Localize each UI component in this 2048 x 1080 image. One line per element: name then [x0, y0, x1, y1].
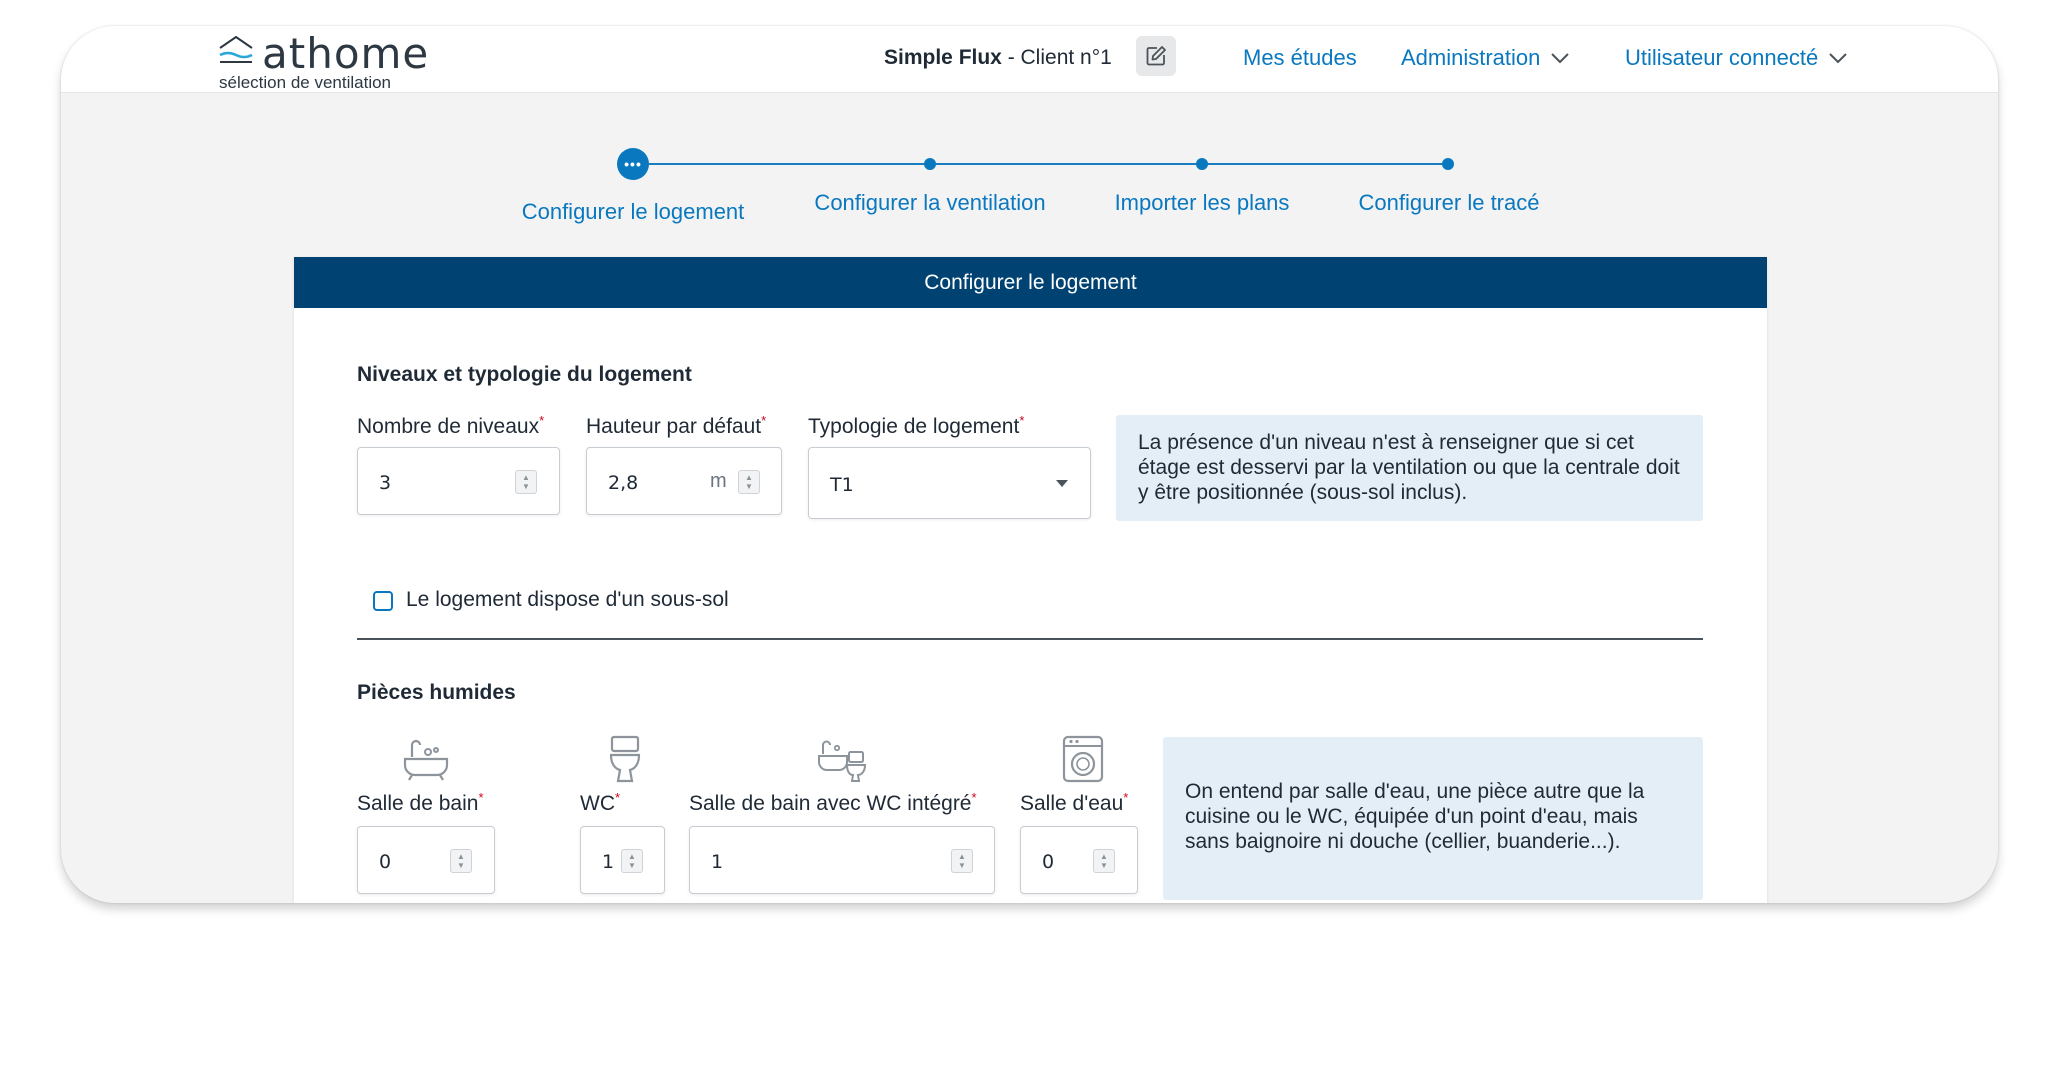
- levels-count-stepper[interactable]: ▲ ▼: [515, 470, 537, 494]
- nav-user-label: Utilisateur connecté: [1625, 45, 1819, 70]
- required-mark: *: [1019, 413, 1025, 428]
- water-room-label-text: Salle d'eau: [1020, 792, 1124, 815]
- required-mark: *: [1123, 790, 1129, 805]
- toilet-icon: [609, 735, 641, 783]
- wc-label-text: WC: [580, 792, 615, 815]
- typology-label: Typologie de logement*: [808, 413, 1025, 439]
- wet-rooms-section-title: Pièces humides: [357, 681, 516, 704]
- step-3-label[interactable]: Importer les plans: [1115, 190, 1290, 216]
- typology-select[interactable]: T1: [808, 447, 1091, 519]
- default-height-unit: m: [710, 470, 727, 492]
- bath-with-wc-icon: [818, 740, 867, 782]
- default-height-label-text: Hauteur par défaut: [586, 415, 762, 438]
- stepper-connector: [649, 163, 927, 165]
- stepper-connector: [1205, 163, 1447, 165]
- bathroom-count-stepper[interactable]: ▲ ▼: [450, 849, 472, 873]
- washing-machine-icon: [1062, 735, 1104, 783]
- edit-icon: [1146, 46, 1166, 66]
- default-height-input[interactable]: 2,8 m ▲ ▼: [586, 447, 782, 515]
- stepper-connector: [933, 163, 1199, 165]
- default-height-label: Hauteur par défaut*: [586, 413, 767, 439]
- housing-config-card: Configurer le logement Niveaux et typolo…: [294, 257, 1767, 903]
- required-mark: *: [971, 790, 977, 805]
- app-window: athome sélection de ventilation Simple F…: [61, 26, 1998, 903]
- nav-my-studies-label: Mes études: [1243, 45, 1357, 70]
- water-room-label: Salle d'eau*: [1020, 790, 1129, 816]
- levels-info-box: La présence d'un niveau n'est à renseign…: [1116, 415, 1703, 521]
- nav-administration[interactable]: Administration: [1401, 45, 1570, 71]
- water-room-count-input[interactable]: 0 ▲ ▼: [1020, 826, 1138, 894]
- bath-wc-count-value: 1: [711, 851, 724, 873]
- levels-count-label: Nombre de niveaux*: [357, 413, 545, 439]
- wc-label: WC*: [580, 790, 621, 816]
- basement-checkbox[interactable]: [373, 591, 393, 611]
- water-room-count-stepper[interactable]: ▲ ▼: [1093, 849, 1115, 873]
- levels-count-label-text: Nombre de niveaux: [357, 415, 540, 438]
- wc-count-stepper[interactable]: ▲ ▼: [621, 849, 643, 873]
- step-4-label[interactable]: Configurer le tracé: [1359, 190, 1540, 216]
- water-room-count-value: 0: [1042, 851, 1055, 873]
- logo-subtitle: sélection de ventilation: [219, 73, 392, 92]
- bath-wc-count-stepper[interactable]: ▲ ▼: [951, 849, 973, 873]
- required-mark: *: [615, 790, 621, 805]
- bathtub-icon: [403, 739, 449, 781]
- required-mark: *: [761, 413, 767, 428]
- bathroom-count-value: 0: [379, 851, 392, 873]
- chevron-down-icon: [1829, 53, 1847, 64]
- step-2-label[interactable]: Configurer la ventilation: [814, 190, 1045, 216]
- card-title: Configurer le logement: [924, 270, 1137, 294]
- logo-name: athome: [262, 29, 430, 78]
- project-client: - Client n°1: [1001, 46, 1112, 69]
- wc-count-input[interactable]: 1 ▲ ▼: [580, 826, 665, 894]
- project-name: Simple Flux: [884, 46, 1002, 69]
- bath-wc-label-text: Salle de bain avec WC intégré: [689, 792, 972, 815]
- default-height-value: 2,8: [608, 472, 639, 494]
- bathroom-label-text: Salle de bain: [357, 792, 479, 815]
- default-height-stepper[interactable]: ▲ ▼: [738, 470, 760, 494]
- chevron-down-icon: [1551, 53, 1570, 64]
- levels-section-title: Niveaux et typologie du logement: [357, 363, 692, 386]
- nav-my-studies[interactable]: Mes études: [1243, 45, 1357, 71]
- logo[interactable]: athome sélection de ventilation: [216, 29, 446, 93]
- bathroom-count-input[interactable]: 0 ▲ ▼: [357, 826, 495, 894]
- bath-wc-count-input[interactable]: 1 ▲ ▼: [689, 826, 995, 894]
- top-bar: athome sélection de ventilation Simple F…: [61, 26, 1998, 93]
- home-wave-logo-icon: [219, 35, 253, 63]
- nav-administration-label: Administration: [1401, 45, 1541, 70]
- dropdown-caret-icon: [1056, 480, 1068, 487]
- typology-label-text: Typologie de logement: [808, 415, 1020, 438]
- step-1-indicator[interactable]: •••: [617, 148, 649, 180]
- card-header: Configurer le logement: [294, 257, 1767, 308]
- edit-project-button[interactable]: [1136, 36, 1176, 76]
- step-1-label[interactable]: Configurer le logement: [522, 199, 745, 225]
- basement-label[interactable]: Le logement dispose d'un sous-sol: [406, 588, 729, 612]
- typology-value: T1: [830, 474, 854, 496]
- wet-rooms-info-box: On entend par salle d'eau, une pièce aut…: [1163, 737, 1703, 900]
- section-divider: [357, 638, 1703, 640]
- step-2-indicator[interactable]: [924, 158, 936, 170]
- required-mark: *: [539, 413, 545, 428]
- wet-rooms-info-text: On entend par salle d'eau, une pièce aut…: [1185, 780, 1645, 853]
- bathroom-label: Salle de bain*: [357, 790, 484, 816]
- levels-count-value: 3: [379, 472, 392, 494]
- levels-info-text: La présence d'un niveau n'est à renseign…: [1138, 431, 1680, 504]
- wc-count-value: 1: [602, 851, 615, 873]
- step-current-glyph: •••: [624, 156, 642, 172]
- nav-user-menu[interactable]: Utilisateur connecté: [1625, 45, 1848, 71]
- step-3-indicator[interactable]: [1196, 158, 1208, 170]
- project-title: Simple Flux - Client n°1: [884, 46, 1112, 70]
- step-4-indicator[interactable]: [1442, 158, 1454, 170]
- bath-wc-label: Salle de bain avec WC intégré*: [689, 790, 977, 816]
- required-mark: *: [478, 790, 484, 805]
- levels-count-input[interactable]: 3 ▲ ▼: [357, 447, 560, 515]
